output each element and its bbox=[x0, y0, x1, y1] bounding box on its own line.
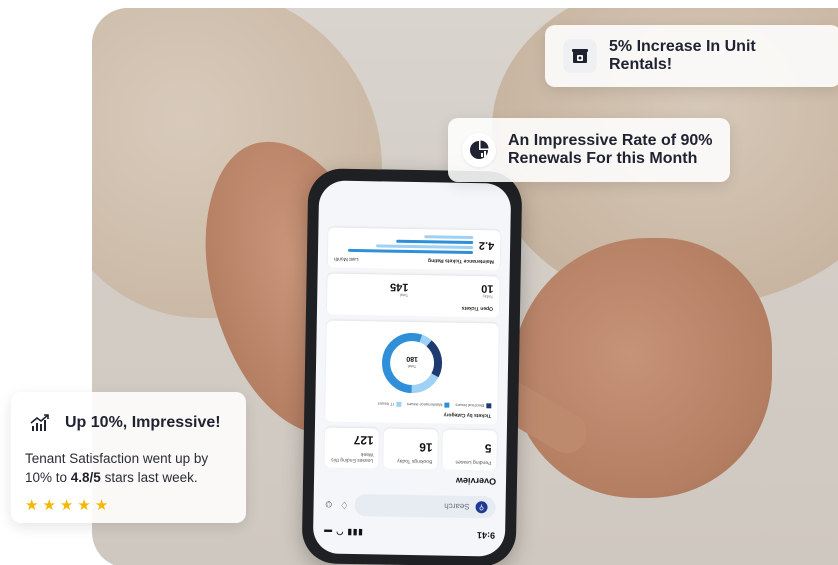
donut-total-label: Total bbox=[408, 364, 417, 369]
renewals-title-line2: Renewals For this Month bbox=[508, 150, 698, 167]
renewals-card: An Impressive Rate of 90% Renewals For t… bbox=[448, 118, 730, 182]
growth-chart-icon bbox=[25, 408, 55, 438]
stat-card-bookings-today[interactable]: Bookings Today 16 bbox=[383, 428, 438, 470]
rating-bars bbox=[334, 234, 474, 255]
legend-item: IT Issues bbox=[378, 401, 401, 407]
open-tickets-card[interactable]: Open Tickets Today 10 Total 145 bbox=[326, 273, 500, 318]
bell-icon[interactable]: ♢ bbox=[340, 499, 349, 510]
rating-bar bbox=[396, 239, 473, 245]
search-icon: ⚲ bbox=[475, 501, 488, 514]
rating-value: 4.2 bbox=[478, 239, 495, 252]
card-title: Open Tickets bbox=[461, 304, 494, 312]
star-icon: ★ bbox=[77, 496, 91, 514]
star-icon: ★ bbox=[59, 496, 74, 514]
tickets-today: Today 10 bbox=[481, 282, 494, 300]
rating-card[interactable]: Maintenance Tickets Rating Last Month 4.… bbox=[327, 227, 501, 271]
tickets-by-category-card[interactable]: Tickets by Category Electrical Issues Ma… bbox=[325, 320, 499, 425]
star-icon: ★ bbox=[25, 496, 39, 514]
unit-rentals-card: 5% Increase In Unit Rentals! bbox=[545, 25, 838, 87]
rating-header: Maintenance Tickets Rating Last Month bbox=[333, 255, 494, 265]
stat-card-pending-leases[interactable]: Pending Leases 5 bbox=[442, 429, 497, 471]
pie-chart-icon bbox=[462, 133, 496, 167]
stat-label: Leases Ending this Week bbox=[331, 451, 374, 464]
stat-value: 16 bbox=[419, 440, 433, 455]
satisfaction-header: Up 10%, Impressive! bbox=[25, 408, 221, 438]
right-hand bbox=[512, 238, 772, 498]
satisfaction-score: 4.8/5 bbox=[70, 469, 101, 485]
satisfaction-body: Tenant Satisfaction went up by 10% to 4.… bbox=[25, 451, 209, 485]
renewals-text: An Impressive Rate of 90% Renewals For t… bbox=[508, 132, 713, 169]
stats-row: Pending Leases 5 Bookings Today 16 Lease… bbox=[324, 427, 497, 471]
renewals-title-line1: An Impressive Rate of 90% bbox=[508, 131, 713, 149]
satisfaction-card: Up 10%, Impressive! Tenant Satisfaction … bbox=[11, 392, 246, 523]
status-time: 9:41 bbox=[476, 530, 496, 541]
chart-legend: Electrical Issues Maintenance Issues IT … bbox=[331, 401, 492, 409]
star-icon: ★ bbox=[42, 496, 56, 514]
store-icon bbox=[563, 39, 597, 73]
stat-card-leases-ending[interactable]: Leases Ending this Week 127 bbox=[324, 427, 379, 469]
chat-icon[interactable]: ☺ bbox=[323, 499, 333, 510]
stat-label: Bookings Today bbox=[397, 457, 433, 465]
card-title: Tickets by Category bbox=[443, 411, 492, 419]
rating-bar bbox=[375, 244, 473, 250]
search-placeholder: Search bbox=[444, 502, 470, 512]
star-rating: ★ ★ ★ ★ ★ bbox=[25, 498, 108, 513]
legend-item: Electrical Issues bbox=[455, 403, 492, 409]
status-bar: 9:41 ▮▮▮ ◠ ▬ bbox=[323, 525, 495, 542]
stat-value: 5 bbox=[484, 441, 492, 456]
period-select[interactable]: Last Month bbox=[334, 256, 359, 262]
phone-screen: 9:41 ▮▮▮ ◠ ▬ ⚲ Search ♢ ☺ Overview Pendi… bbox=[312, 180, 512, 557]
tickets-row: Today 10 Total 145 bbox=[333, 280, 494, 300]
star-icon: ★ bbox=[94, 496, 109, 514]
phone-screen-content: 9:41 ▮▮▮ ◠ ▬ ⚲ Search ♢ ☺ Overview Pendi… bbox=[313, 180, 511, 556]
satisfaction-title: Up 10%, Impressive! bbox=[65, 414, 221, 431]
donut-chart: Total 180 bbox=[331, 327, 492, 400]
search-input[interactable]: ⚲ Search bbox=[354, 494, 496, 519]
legend-item: Maintenance Issues bbox=[407, 402, 450, 408]
search-row: ⚲ Search ♢ ☺ bbox=[323, 493, 496, 519]
donut-total-value: 180 bbox=[406, 355, 418, 362]
phone-mockup: 9:41 ▮▮▮ ◠ ▬ ⚲ Search ♢ ☺ Overview Pendi… bbox=[301, 168, 523, 565]
tickets-total: Total 145 bbox=[389, 280, 409, 298]
rating-bar bbox=[347, 248, 473, 255]
stat-label: Pending Leases bbox=[455, 458, 492, 466]
stat-value: 127 bbox=[353, 432, 374, 448]
overview-title: Overview bbox=[455, 475, 497, 487]
rating-body: 4.2 bbox=[334, 234, 494, 255]
signal-battery-icon: ▮▮▮ ◠ ▬ bbox=[323, 527, 363, 538]
rating-bar bbox=[424, 235, 474, 240]
unit-rentals-title: 5% Increase In Unit Rentals! bbox=[609, 37, 756, 73]
